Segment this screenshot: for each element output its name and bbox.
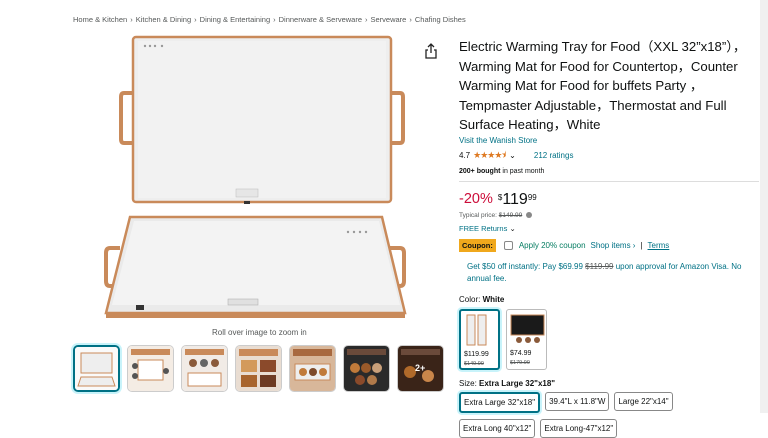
typical-price-label: Typical price: bbox=[459, 211, 499, 219]
size-label-text: Size: bbox=[459, 378, 480, 388]
swatch-list-price: $179.99 bbox=[510, 359, 530, 366]
breadcrumb-separator: › bbox=[365, 15, 368, 24]
breadcrumb-item[interactable]: Chafing Dishes bbox=[415, 15, 466, 24]
coupon-badge: Coupon: bbox=[459, 238, 496, 252]
breadcrumb-separator: › bbox=[130, 15, 133, 24]
color-value: White bbox=[482, 294, 505, 304]
price-whole: 119 bbox=[502, 190, 528, 208]
rating-row: 4.7 ★★★★⯨ ⌄ 212 ratings bbox=[459, 148, 759, 164]
divider bbox=[459, 180, 759, 182]
size-option[interactable]: Large 22"x14" bbox=[614, 391, 673, 411]
bought-label: in past month bbox=[500, 167, 545, 175]
chevron-down-icon[interactable]: ⌄ bbox=[509, 151, 516, 160]
product-info: Electric Warming Tray for Food（XXL 32”x1… bbox=[459, 37, 759, 438]
color-swatch-black[interactable]: $74.99 $179.99 bbox=[506, 308, 547, 370]
thumbnail-4[interactable] bbox=[235, 345, 282, 392]
breadcrumb-item[interactable]: Home & Kitchen bbox=[73, 15, 127, 24]
rating-stars-icon[interactable]: ★★★★⯨ bbox=[473, 148, 506, 164]
breadcrumb: Home & Kitchen › Kitchen & Dining › Dining &… bbox=[73, 15, 466, 24]
shop-items-link[interactable]: Shop items › bbox=[591, 241, 636, 250]
color-swatch-white[interactable]: $119.99 $149.99 bbox=[459, 308, 500, 370]
swatch-image bbox=[466, 314, 487, 345]
scrollbar[interactable] bbox=[760, 0, 768, 413]
product-title: Electric Warming Tray for Food（XXL 32”x1… bbox=[459, 39, 747, 132]
breadcrumb-separator: › bbox=[409, 15, 412, 24]
main-product-image[interactable] bbox=[100, 35, 410, 323]
apply-coupon-label[interactable]: Apply 20% coupon bbox=[519, 241, 586, 250]
discount-percent: -20% bbox=[459, 190, 493, 207]
ratings-count-link[interactable]: 212 ratings bbox=[534, 151, 574, 160]
info-icon[interactable] bbox=[526, 211, 533, 218]
chevron-down-icon[interactable]: ⌄ bbox=[509, 224, 515, 233]
color-label: Color: White bbox=[459, 295, 759, 304]
size-option[interactable]: Extra Long-47"x12" bbox=[540, 418, 618, 438]
breadcrumb-item[interactable]: Kitchen & Dining bbox=[136, 15, 191, 24]
terms-link[interactable]: Terms bbox=[648, 241, 670, 250]
offer-strike-price: $119.99 bbox=[585, 261, 614, 271]
swatch-price: $119.99 bbox=[464, 350, 489, 358]
price-cents: 99 bbox=[527, 192, 537, 202]
free-returns[interactable]: FREE Returns ⌄ bbox=[459, 224, 759, 233]
share-icon[interactable] bbox=[424, 43, 438, 59]
thumbnail-3[interactable] bbox=[181, 345, 228, 392]
color-swatches: $119.99 $149.99 $74.99 $179.99 bbox=[459, 308, 759, 370]
store-link[interactable]: Visit the Wanish Store bbox=[459, 136, 759, 145]
zoom-hint: Roll over image to zoom in bbox=[212, 328, 307, 337]
swatch-image bbox=[510, 314, 545, 343]
thumbnail-5[interactable] bbox=[289, 345, 336, 392]
size-label: Size: Extra Large 32"x18" bbox=[459, 379, 759, 388]
coupon-checkbox[interactable] bbox=[503, 240, 513, 250]
breadcrumb-item[interactable]: Dining & Entertaining bbox=[200, 15, 270, 24]
thumbnail-1[interactable] bbox=[73, 345, 120, 392]
more-images-count: 2+ bbox=[415, 363, 426, 373]
bought-count: 200+ bought bbox=[459, 167, 501, 175]
size-options: Extra Large 32"x18" 39.4"L x 11.8"W Larg… bbox=[459, 391, 689, 438]
free-returns-label[interactable]: FREE Returns bbox=[459, 224, 507, 233]
coupon-row: Coupon: Apply 20% coupon Shop items › | … bbox=[459, 238, 759, 252]
thumbnail-7-more[interactable]: 2+ bbox=[397, 345, 444, 392]
price-row: -20% $119 99 bbox=[459, 191, 759, 209]
bought-in-past-month: 200+ bought in past month bbox=[459, 168, 759, 175]
separator: | bbox=[640, 240, 643, 250]
typical-price: Typical price: $149.99 bbox=[459, 212, 759, 219]
visa-offer[interactable]: Get $50 off instantly: Pay $69.99 $119.9… bbox=[467, 261, 759, 285]
thumbnail-strip: 2+ bbox=[73, 345, 444, 392]
breadcrumb-item[interactable]: Serveware bbox=[371, 15, 407, 24]
size-option[interactable]: Extra Large 32"x18" bbox=[459, 391, 541, 413]
thumbnail-6[interactable] bbox=[343, 345, 390, 392]
breadcrumb-separator: › bbox=[194, 15, 197, 24]
price: $119 99 bbox=[498, 191, 537, 209]
typical-price-value: $149.99 bbox=[498, 211, 523, 219]
color-label-text: Color: bbox=[459, 294, 483, 304]
size-value: Extra Large 32"x18" bbox=[479, 378, 556, 388]
offer-text[interactable]: Get $50 off instantly: Pay $69.99 bbox=[467, 262, 585, 271]
size-option[interactable]: 39.4"L x 11.8"W bbox=[545, 391, 610, 411]
size-option[interactable]: Extra Long 40"x12" bbox=[459, 418, 536, 438]
thumbnail-2[interactable] bbox=[127, 345, 174, 392]
swatch-price: $74.99 bbox=[510, 349, 532, 357]
breadcrumb-separator: › bbox=[273, 15, 276, 24]
swatch-list-price: $149.99 bbox=[464, 360, 484, 367]
rating-value: 4.7 bbox=[459, 151, 471, 160]
breadcrumb-item[interactable]: Dinnerware & Serveware bbox=[279, 15, 362, 24]
